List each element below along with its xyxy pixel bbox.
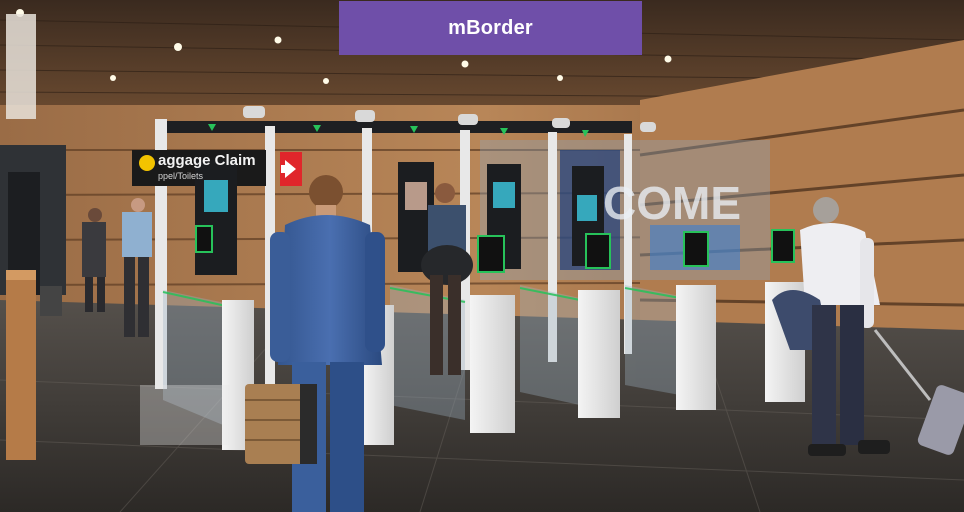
baggage-claim-sublabel: ppel/Toilets [158, 171, 204, 181]
reception-desk [6, 270, 36, 460]
airport-egate-scene: aggage Claim ppel/Toilets COME mBorder [0, 0, 964, 512]
mborder-title-banner: mBorder [339, 1, 642, 55]
scene-illustration [0, 0, 964, 512]
baggage-claim-label: aggage Claim [158, 152, 256, 169]
welcome-wall-text: COME [603, 177, 741, 229]
